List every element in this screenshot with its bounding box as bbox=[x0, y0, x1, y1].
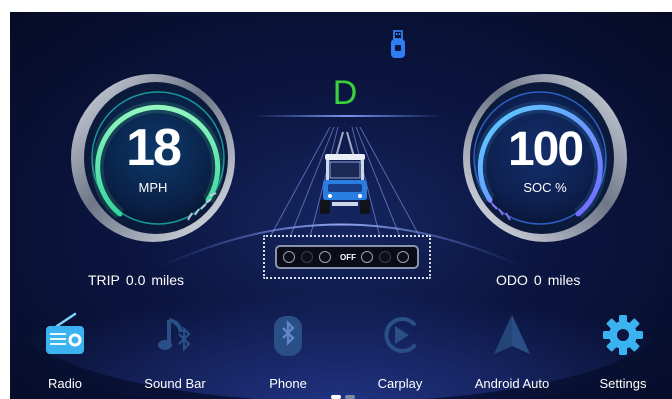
dock-label-android-auto: Android Auto bbox=[474, 376, 550, 391]
android-auto-icon bbox=[494, 315, 530, 354]
speed-value: 18 bbox=[126, 119, 182, 177]
page-indicator-active bbox=[331, 395, 341, 399]
battery-value: 100 bbox=[507, 123, 584, 176]
dock-label-settings: Settings bbox=[599, 376, 647, 391]
bluetooth-phone-icon bbox=[274, 316, 302, 356]
trip-readout: TRIP 0.0 miles bbox=[88, 272, 190, 288]
indicator-light bbox=[319, 251, 331, 263]
odo-label: ODO bbox=[496, 272, 528, 288]
dock-label-radio: Radio bbox=[48, 376, 82, 391]
battery-unit: SOC % bbox=[523, 180, 567, 195]
music-bluetooth-icon bbox=[158, 318, 191, 352]
indicator-light bbox=[361, 251, 373, 263]
dock-item-android-auto[interactable]: Android Auto bbox=[467, 312, 557, 399]
speed-gauge: 18 MPH bbox=[68, 72, 238, 244]
dock-item-sound-bar[interactable]: Sound Bar bbox=[130, 312, 220, 399]
speed-unit: MPH bbox=[138, 180, 168, 195]
indicator-off-label: OFF bbox=[340, 253, 356, 262]
usb-drive-icon bbox=[391, 30, 405, 58]
golf-cart-icon bbox=[320, 154, 370, 214]
trip-value: 0.0 bbox=[125, 272, 146, 288]
dock-item-carplay[interactable]: Carplay bbox=[355, 312, 445, 399]
indicator-bar: OFF bbox=[275, 245, 419, 269]
gear-indicator: D bbox=[332, 74, 358, 112]
dock-item-settings[interactable]: Settings bbox=[578, 312, 668, 399]
page-indicator bbox=[345, 395, 355, 399]
dock-label-sound-bar: Sound Bar bbox=[144, 376, 206, 391]
odo-value: 0 bbox=[533, 272, 542, 288]
odo-readout: ODO 0 miles bbox=[496, 272, 586, 288]
dock-item-phone[interactable]: Phone bbox=[243, 312, 333, 399]
odo-unit: miles bbox=[547, 272, 581, 288]
indicator-light bbox=[301, 251, 313, 263]
gear-underline bbox=[252, 115, 442, 117]
indicator-light bbox=[379, 251, 391, 263]
indicator-light bbox=[283, 251, 295, 263]
dashboard-screen: D 18 MPH 100 SOC % TRIP 0.0 miles ODO 0 … bbox=[10, 12, 672, 399]
dock-label-phone: Phone bbox=[269, 376, 307, 391]
carplay-icon bbox=[384, 317, 416, 353]
settings-gear-icon bbox=[603, 315, 643, 355]
dock-item-radio[interactable]: Radio bbox=[20, 312, 110, 399]
dock-label-carplay: Carplay bbox=[377, 376, 423, 391]
radio-icon bbox=[46, 312, 84, 354]
trip-unit: miles bbox=[151, 272, 185, 288]
trip-label: TRIP bbox=[88, 272, 120, 288]
battery-gauge: 100 SOC % bbox=[460, 72, 630, 244]
indicator-panel: OFF bbox=[263, 235, 431, 279]
indicator-light bbox=[397, 251, 409, 263]
